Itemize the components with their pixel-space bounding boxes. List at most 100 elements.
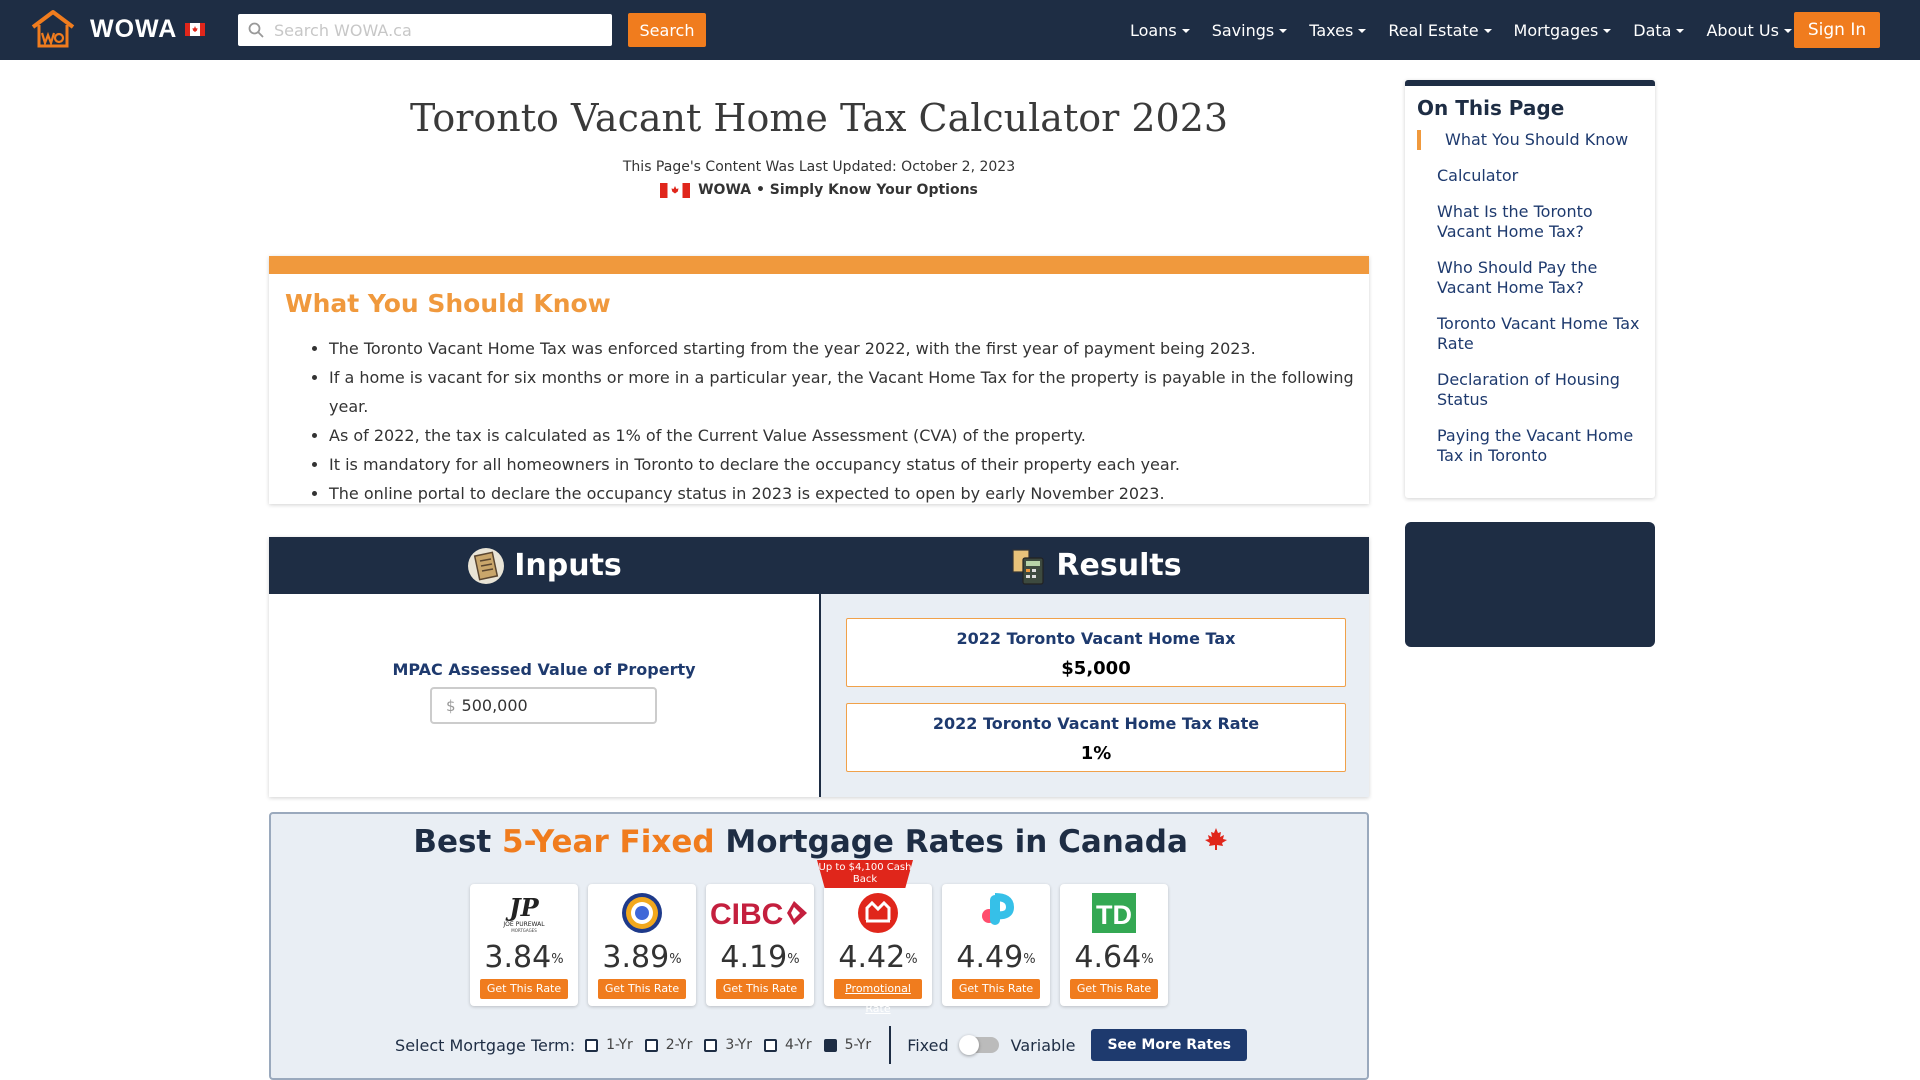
nav-label: Real Estate [1388, 20, 1479, 40]
top-navbar: WOWA Search Loans Savings Taxes Real Est… [0, 0, 1920, 60]
know-list: The Toronto Vacant Home Tax was enforced… [329, 334, 1369, 508]
rate-value: 4.42% [838, 940, 918, 975]
result-card-rate: 2022 Toronto Vacant Home Tax Rate 1% [846, 703, 1346, 772]
nav-about-us[interactable]: About Us [1706, 21, 1792, 40]
checkbox[interactable] [644, 1038, 658, 1052]
nav-savings[interactable]: Savings [1212, 21, 1288, 40]
search-icon [248, 22, 264, 38]
get-rate-button[interactable]: Get This Rate [1070, 979, 1158, 999]
checkbox-checked[interactable] [823, 1038, 837, 1052]
canada-flag-icon [660, 182, 691, 198]
search-button[interactable]: Search [628, 13, 706, 47]
percent-sign: % [669, 952, 682, 967]
term-selector: Select Mortgage Term: 1-Yr 2-Yr 3-Yr 4-Y… [271, 1026, 1371, 1064]
rate-value: 3.89% [602, 940, 682, 975]
result-value: 1% [1080, 743, 1112, 764]
page-title: Toronto Vacant Home Tax Calculator 2023 [409, 96, 1229, 140]
tagline-text: WOWA • Simply Know Your Options [698, 182, 978, 198]
p-lender-logo-icon [942, 890, 1050, 936]
list-item: The online portal to declare the occupan… [329, 479, 1369, 508]
calculator: Inputs Results MPAC Assessed Value of Pr… [269, 537, 1369, 797]
term-1yr[interactable]: 1-Yr [585, 1037, 633, 1053]
td-logo-icon: TD [1060, 890, 1168, 936]
nav-taxes[interactable]: Taxes [1309, 21, 1367, 40]
canada-flag-icon [185, 22, 206, 36]
caret-down-icon [1279, 29, 1288, 33]
percent-sign: % [1141, 952, 1154, 967]
term-3yr[interactable]: 3-Yr [704, 1037, 752, 1053]
nav-loans[interactable]: Loans [1130, 21, 1190, 40]
toc-item-who-should-pay[interactable]: Who Should Pay the Vacant Home Tax? [1421, 258, 1641, 298]
toc-item-calculator[interactable]: Calculator [1421, 166, 1641, 186]
wowa-logo[interactable]: WOWA [30, 9, 206, 49]
get-rate-button[interactable]: Get This Rate [716, 979, 804, 999]
rate-value: 3.84% [484, 940, 564, 975]
inputs-title: Inputs [514, 548, 622, 583]
term-5yr[interactable]: 5-Yr [823, 1037, 871, 1053]
toc-item-declaration[interactable]: Declaration of Housing Status [1421, 370, 1641, 410]
toc-item-what-is-tax[interactable]: What Is the Toronto Vacant Home Tax? [1421, 202, 1641, 242]
toc-item-what-you-should-know[interactable]: What You Should Know [1417, 130, 1641, 150]
rate-value: 4.19% [720, 940, 800, 975]
see-more-rates-button[interactable]: See More Rates [1091, 1029, 1247, 1061]
checkbox[interactable] [763, 1038, 777, 1052]
house-logo-icon [31, 10, 75, 48]
rate-card: 4.49% Get This Rate [942, 884, 1050, 1006]
caret-down-icon [1358, 29, 1367, 33]
percent-sign: % [1023, 952, 1036, 967]
checkbox[interactable] [585, 1038, 599, 1052]
nav-label: Mortgages [1513, 20, 1599, 40]
get-rate-button[interactable]: Get This Rate [480, 979, 568, 999]
percent-sign: % [551, 952, 564, 967]
logo-text: WOWA [90, 14, 178, 43]
sign-in-button[interactable]: Sign In [1794, 12, 1880, 48]
search-box [238, 14, 612, 46]
nav-data[interactable]: Data [1633, 21, 1685, 40]
fixed-variable-toggle[interactable] [958, 1035, 999, 1055]
last-updated: This Page's Content Was Last Updated: Oc… [622, 159, 1016, 175]
svg-text:JOE PUREWAL: JOE PUREWAL [502, 921, 545, 928]
results-title: Results [1056, 548, 1182, 583]
toc-title: On This Page [1417, 96, 1565, 120]
rates-title-prefix: Best [413, 824, 503, 860]
get-rate-button[interactable]: Get This Rate [598, 979, 686, 999]
rate-card: JP JOE PUREWAL MORTGAGES 3.84% Get This … [470, 884, 578, 1006]
mpac-value-input[interactable]: $ 500,000 [430, 687, 657, 724]
cash-back-ribbon: Up to $4,100 Cash Back [817, 860, 913, 888]
joe-purewal-logo-icon: JP JOE PUREWAL MORTGAGES [470, 890, 578, 936]
result-label: 2022 Toronto Vacant Home Tax [956, 629, 1236, 648]
toc-list: What You Should Know Calculator What Is … [1417, 130, 1641, 482]
term-2yr[interactable]: 2-Yr [644, 1037, 692, 1053]
search-input[interactable] [274, 20, 594, 40]
rates-title-suffix: Mortgage Rates in Canada [714, 824, 1188, 860]
checkbox[interactable] [704, 1038, 718, 1052]
toggle-knob [958, 1035, 979, 1055]
toc-item-tax-rate[interactable]: Toronto Vacant Home Tax Rate [1421, 314, 1641, 354]
nav-label: Loans [1130, 20, 1177, 40]
caret-down-icon [1783, 29, 1792, 33]
get-rate-button[interactable]: Get This Rate [952, 979, 1040, 999]
rate-card: CIBC 4.19% Get This Rate [706, 884, 814, 1006]
caret-down-icon [1676, 29, 1685, 33]
table-of-contents: On This Page What You Should Know Calcul… [1405, 80, 1655, 498]
nav-mortgages[interactable]: Mortgages [1514, 21, 1612, 40]
rate-card: TD 4.64% Get This Rate [1060, 884, 1168, 1006]
td-logo-text: TD [1096, 900, 1132, 930]
bmo-logo-icon [824, 890, 932, 936]
divider [889, 1026, 892, 1064]
know-title: What You Should Know [285, 289, 611, 318]
sidebar-ad-box [1405, 522, 1655, 647]
percent-sign: % [905, 952, 918, 967]
what-you-should-know-box: What You Should Know The Toronto Vacant … [269, 256, 1369, 504]
results-panel: 2022 Toronto Vacant Home Tax $5,000 2022… [821, 594, 1369, 797]
nav-menu: Loans Savings Taxes Real Estate Mortgage… [1130, 0, 1814, 60]
caret-down-icon [1483, 29, 1492, 33]
result-label: 2022 Toronto Vacant Home Tax Rate [932, 714, 1260, 733]
nav-real-estate[interactable]: Real Estate [1388, 20, 1492, 40]
promotional-rate-button[interactable]: Promotional Rate [834, 979, 922, 1015]
term-4yr[interactable]: 4-Yr [763, 1037, 812, 1053]
rate-card: 3.89% Get This Rate [588, 884, 696, 1006]
nav-label: Savings [1211, 20, 1275, 40]
svg-text:MORTGAGES: MORTGAGES [511, 928, 537, 933]
toc-item-paying[interactable]: Paying the Vacant Home Tax in Toronto [1421, 426, 1641, 466]
